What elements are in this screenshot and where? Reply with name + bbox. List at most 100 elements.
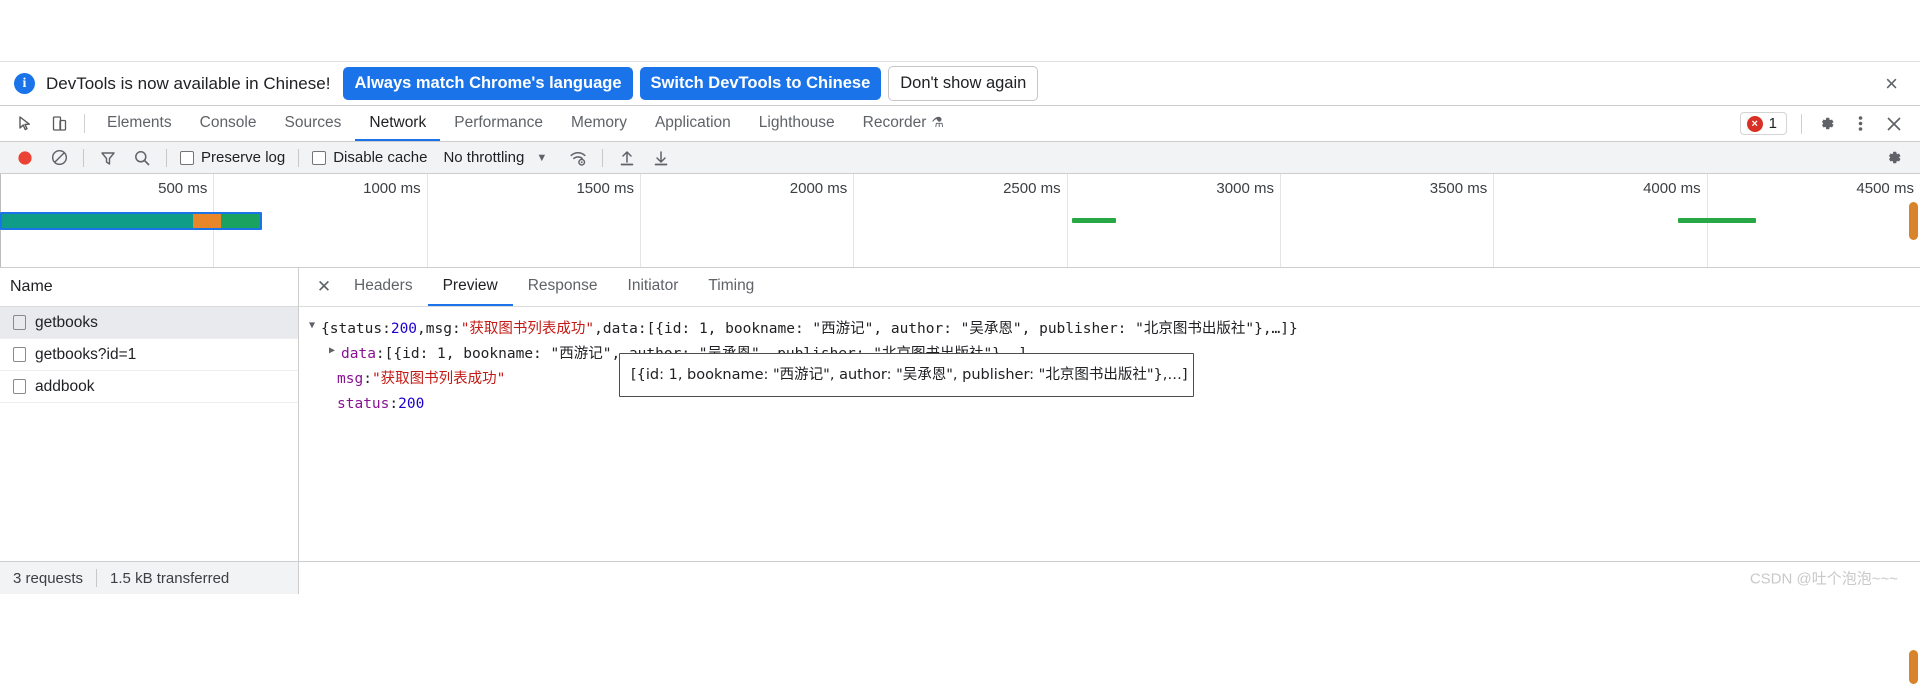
switch-devtools-language-button[interactable]: Switch DevTools to Chinese xyxy=(639,67,882,100)
json-root-msg-key: msg: xyxy=(425,321,461,337)
json-colon: : xyxy=(375,345,385,362)
network-settings-gear-icon[interactable] xyxy=(1876,143,1910,173)
tab-label: Lighthouse xyxy=(758,113,835,131)
device-toolbar-icon[interactable] xyxy=(42,106,76,141)
toolbar-divider xyxy=(166,148,167,167)
network-toolbar-right xyxy=(1876,143,1920,173)
tab-label: Application xyxy=(654,113,731,131)
page-scrollbar-thumb-bottom[interactable] xyxy=(1909,650,1918,684)
clear-icon[interactable] xyxy=(42,143,76,173)
panel-tabs: Elements Console Sources Network Perform… xyxy=(93,106,958,141)
tab-label: Sources xyxy=(284,113,342,131)
network-main-area: Name getbooks getbooks?id=1 addbook ✕ He… xyxy=(0,268,1920,561)
json-colon: : xyxy=(363,370,372,387)
close-banner-icon[interactable]: × xyxy=(1881,72,1902,95)
experiment-flask-icon: ⚗ xyxy=(931,114,944,130)
request-row-getbooks-id-1[interactable]: getbooks?id=1 xyxy=(0,339,298,371)
collapse-triangle-icon[interactable]: ▶ xyxy=(329,342,341,359)
throttling-select-value[interactable]: No throttling xyxy=(443,149,524,166)
error-count-value: 1 xyxy=(1768,115,1777,132)
json-comma: , xyxy=(594,321,603,337)
chevron-down-icon[interactable]: ▼ xyxy=(536,152,547,164)
tab-memory[interactable]: Memory xyxy=(557,106,641,141)
tab-lighthouse[interactable]: Lighthouse xyxy=(745,106,849,141)
disable-cache-label: Disable cache xyxy=(333,149,428,166)
preserve-log-label: Preserve log xyxy=(201,149,286,166)
tick-3500: 3500 ms xyxy=(1281,174,1495,267)
csdn-watermark: CSDN @吐个泡泡~~~ xyxy=(1749,570,1898,588)
disable-cache-checkbox[interactable]: Disable cache xyxy=(306,149,433,166)
error-x-icon: × xyxy=(1746,115,1763,132)
overview-bar-getbooks xyxy=(0,212,262,230)
tab-headers[interactable]: Headers xyxy=(339,268,428,306)
json-root-row[interactable]: ▼ { status: 200 , msg: "获取图书列表成功" , data… xyxy=(309,317,1920,342)
json-colon: : xyxy=(389,395,399,412)
export-har-icon[interactable] xyxy=(644,143,678,173)
language-notification-banner: i DevTools is now available in Chinese! … xyxy=(0,62,1920,106)
tab-elements[interactable]: Elements xyxy=(93,106,186,141)
network-toolbar: Preserve log Disable cache No throttling… xyxy=(0,142,1920,174)
request-name: addbook xyxy=(35,377,95,395)
close-detail-icon[interactable]: ✕ xyxy=(309,268,339,306)
json-preview-viewer: ▼ { status: 200 , msg: "获取图书列表成功" , data… xyxy=(299,307,1920,561)
tab-preview[interactable]: Preview xyxy=(427,268,513,306)
tick-1500: 1500 ms xyxy=(428,174,641,267)
page-viewport-strip xyxy=(0,0,1920,62)
preserve-log-checkbox[interactable]: Preserve log xyxy=(174,149,291,166)
checkbox-box xyxy=(312,150,327,165)
request-row-addbook[interactable]: addbook xyxy=(0,371,298,403)
json-brace-open: { xyxy=(321,321,330,337)
info-icon: i xyxy=(14,73,35,94)
tab-timing[interactable]: Timing xyxy=(693,268,769,306)
request-detail-panel: ✕ Headers Preview Response Initiator Tim… xyxy=(299,268,1920,561)
tab-initiator[interactable]: Initiator xyxy=(613,268,694,306)
inspect-element-icon[interactable] xyxy=(8,106,42,141)
tab-application[interactable]: Application xyxy=(641,106,745,141)
error-count-badge[interactable]: × 1 xyxy=(1739,112,1787,135)
search-icon[interactable] xyxy=(125,143,159,173)
request-list-panel: Name getbooks getbooks?id=1 addbook xyxy=(0,268,299,561)
tab-sources[interactable]: Sources xyxy=(271,106,356,141)
timeline-ruler: 500 ms 1000 ms 1500 ms 2000 ms 2500 ms 3… xyxy=(0,174,1920,267)
devtools-tabbar: Elements Console Sources Network Perform… xyxy=(0,106,1920,142)
page-scrollbar-thumb[interactable] xyxy=(1909,202,1918,240)
overview-bar-addbook xyxy=(1678,218,1756,223)
toolbar-divider xyxy=(84,114,85,133)
tick-4000: 4000 ms xyxy=(1494,174,1708,267)
settings-gear-icon[interactable] xyxy=(1810,108,1842,140)
document-icon xyxy=(13,315,26,330)
network-overview-timeline[interactable]: 500 ms 1000 ms 1500 ms 2000 ms 2500 ms 3… xyxy=(0,174,1920,268)
json-root-msg-value: "获取图书列表成功" xyxy=(460,321,595,337)
tab-response[interactable]: Response xyxy=(513,268,613,306)
tab-performance[interactable]: Performance xyxy=(440,106,557,141)
tab-label: Console xyxy=(199,113,257,131)
more-options-icon[interactable] xyxy=(1844,108,1876,140)
json-comma: , xyxy=(417,321,426,337)
request-row-getbooks[interactable]: getbooks xyxy=(0,307,298,339)
import-har-icon[interactable] xyxy=(610,143,644,173)
transferred-size: 1.5 kB transferred xyxy=(110,569,230,587)
dont-show-again-button[interactable]: Don't show again xyxy=(888,66,1039,101)
tab-label: Performance xyxy=(454,113,543,131)
tab-recorder[interactable]: Recorder ⚗ xyxy=(849,106,958,141)
tab-console[interactable]: Console xyxy=(186,106,271,141)
network-conditions-icon[interactable] xyxy=(561,143,595,173)
tab-label: Initiator xyxy=(627,277,679,294)
request-list-header: Name xyxy=(0,268,298,307)
close-devtools-icon[interactable] xyxy=(1878,108,1910,140)
request-name: getbooks xyxy=(35,313,98,331)
document-icon xyxy=(13,379,26,394)
document-icon xyxy=(13,347,26,362)
tab-label: Network xyxy=(369,113,427,131)
tab-label: Timing xyxy=(708,277,755,294)
filter-icon[interactable] xyxy=(91,143,125,173)
tab-network[interactable]: Network xyxy=(355,106,441,141)
tabbar-right-controls: × 1 xyxy=(1739,106,1920,141)
record-button[interactable] xyxy=(8,143,42,173)
json-msg-key: msg xyxy=(337,370,364,387)
overview-segment-stalled xyxy=(192,214,222,228)
always-match-language-button[interactable]: Always match Chrome's language xyxy=(343,67,633,100)
expand-triangle-icon[interactable]: ▼ xyxy=(309,317,321,334)
overview-bar-getbooks-id-1 xyxy=(1072,218,1116,223)
overview-segment-waiting xyxy=(2,214,193,228)
